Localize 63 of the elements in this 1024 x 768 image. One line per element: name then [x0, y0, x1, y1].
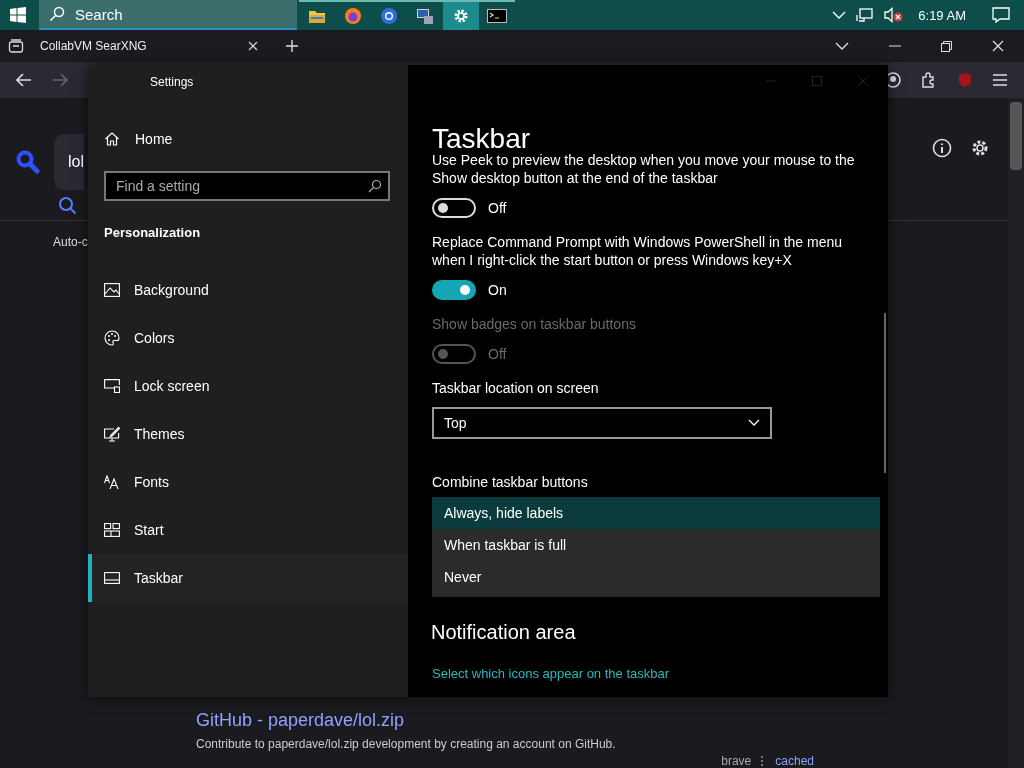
image-icon	[104, 283, 120, 297]
search-field[interactable]: Search	[39, 0, 297, 30]
tiles-icon	[104, 523, 120, 537]
lock-screen-icon	[104, 379, 120, 393]
section-heading: Personalization	[104, 225, 202, 240]
setting-label: Combine taskbar buttons	[432, 473, 589, 491]
toggle-state: Off	[488, 346, 507, 362]
back-icon[interactable]	[16, 73, 32, 87]
separator-icon	[761, 756, 766, 766]
settings-icon[interactable]	[970, 138, 990, 158]
toggle-state: Off	[488, 200, 507, 216]
chevron-down-icon	[748, 419, 760, 427]
network-icon[interactable]	[856, 7, 875, 23]
palette-icon	[104, 330, 120, 346]
browser-tab[interactable]: CollabVM SearXNG	[40, 39, 264, 53]
info-icon[interactable]	[932, 138, 952, 158]
magnifier-icon	[16, 150, 40, 174]
taskbar-icon	[104, 572, 120, 584]
notification-icon[interactable]	[992, 7, 1010, 23]
search-icon	[49, 6, 65, 22]
search-icon	[368, 179, 382, 193]
menu-icon[interactable]	[993, 74, 1007, 86]
home-item[interactable]: Home	[104, 131, 408, 147]
dropdown-option[interactable]: When taskbar is full	[432, 529, 880, 561]
toggle-state: On	[488, 282, 507, 298]
setting-label: Use Peek to preview the desktop when you move your mouse to the Show desktop button at the end of the taskbar	[432, 151, 856, 187]
scrollbar[interactable]	[1008, 98, 1024, 768]
extensions-icon[interactable]	[921, 72, 937, 88]
tab-manager-icon[interactable]	[8, 38, 24, 54]
muted-speaker-icon[interactable]	[884, 7, 905, 23]
font-icon	[104, 475, 120, 489]
plus-icon[interactable]	[286, 40, 298, 52]
dropdown-option[interactable]: Never	[432, 561, 880, 593]
home-icon	[104, 131, 120, 147]
clock[interactable]: 6:19 AM	[918, 7, 966, 23]
engine-label: brave	[721, 754, 752, 768]
scrollbar[interactable]	[884, 313, 886, 473]
page-title: Taskbar	[432, 123, 532, 154]
dropdown-option[interactable]: Always, hide labels	[432, 497, 880, 529]
section-heading: Notification area	[431, 621, 577, 644]
settings-link[interactable]: Select which icons appear on the taskbar	[432, 666, 880, 681]
chevron-down-icon[interactable]	[835, 41, 849, 51]
nav-item[interactable]: Taskbar	[88, 554, 408, 602]
setting-label: Show badges on taskbar buttons	[432, 315, 637, 333]
restore-icon[interactable]	[941, 40, 952, 52]
toggle-switch[interactable]	[432, 280, 476, 300]
setting-label: Replace Command Prompt with Windows PowerShell in the menu when I right-click the start button or press Windows key+X	[432, 233, 844, 269]
cached-link[interactable]: cached	[775, 754, 814, 768]
query-field[interactable]: lol	[54, 134, 84, 190]
result-link[interactable]: GitHub - paperdave/lol.zip	[196, 710, 405, 731]
windows-start-icon[interactable]	[10, 7, 26, 23]
result-description: Contribute to paperdave/lol.zip development by creating an account on GitHub.	[196, 737, 617, 751]
brush-monitor-icon	[104, 426, 120, 442]
chevron-up-icon[interactable]	[832, 10, 847, 20]
location-dropdown[interactable]: Top	[432, 407, 772, 439]
setting-label: Taskbar location on screen	[432, 379, 600, 397]
forward-icon[interactable]	[52, 73, 68, 87]
search-field[interactable]: Find a setting	[104, 171, 390, 201]
search-icon[interactable]	[58, 196, 78, 216]
window-title: Settings	[150, 75, 195, 89]
tab-title: CollabVM SearXNG	[40, 39, 147, 53]
autocomplete-label: Auto-c	[53, 235, 88, 249]
account-icon[interactable]	[885, 72, 901, 88]
